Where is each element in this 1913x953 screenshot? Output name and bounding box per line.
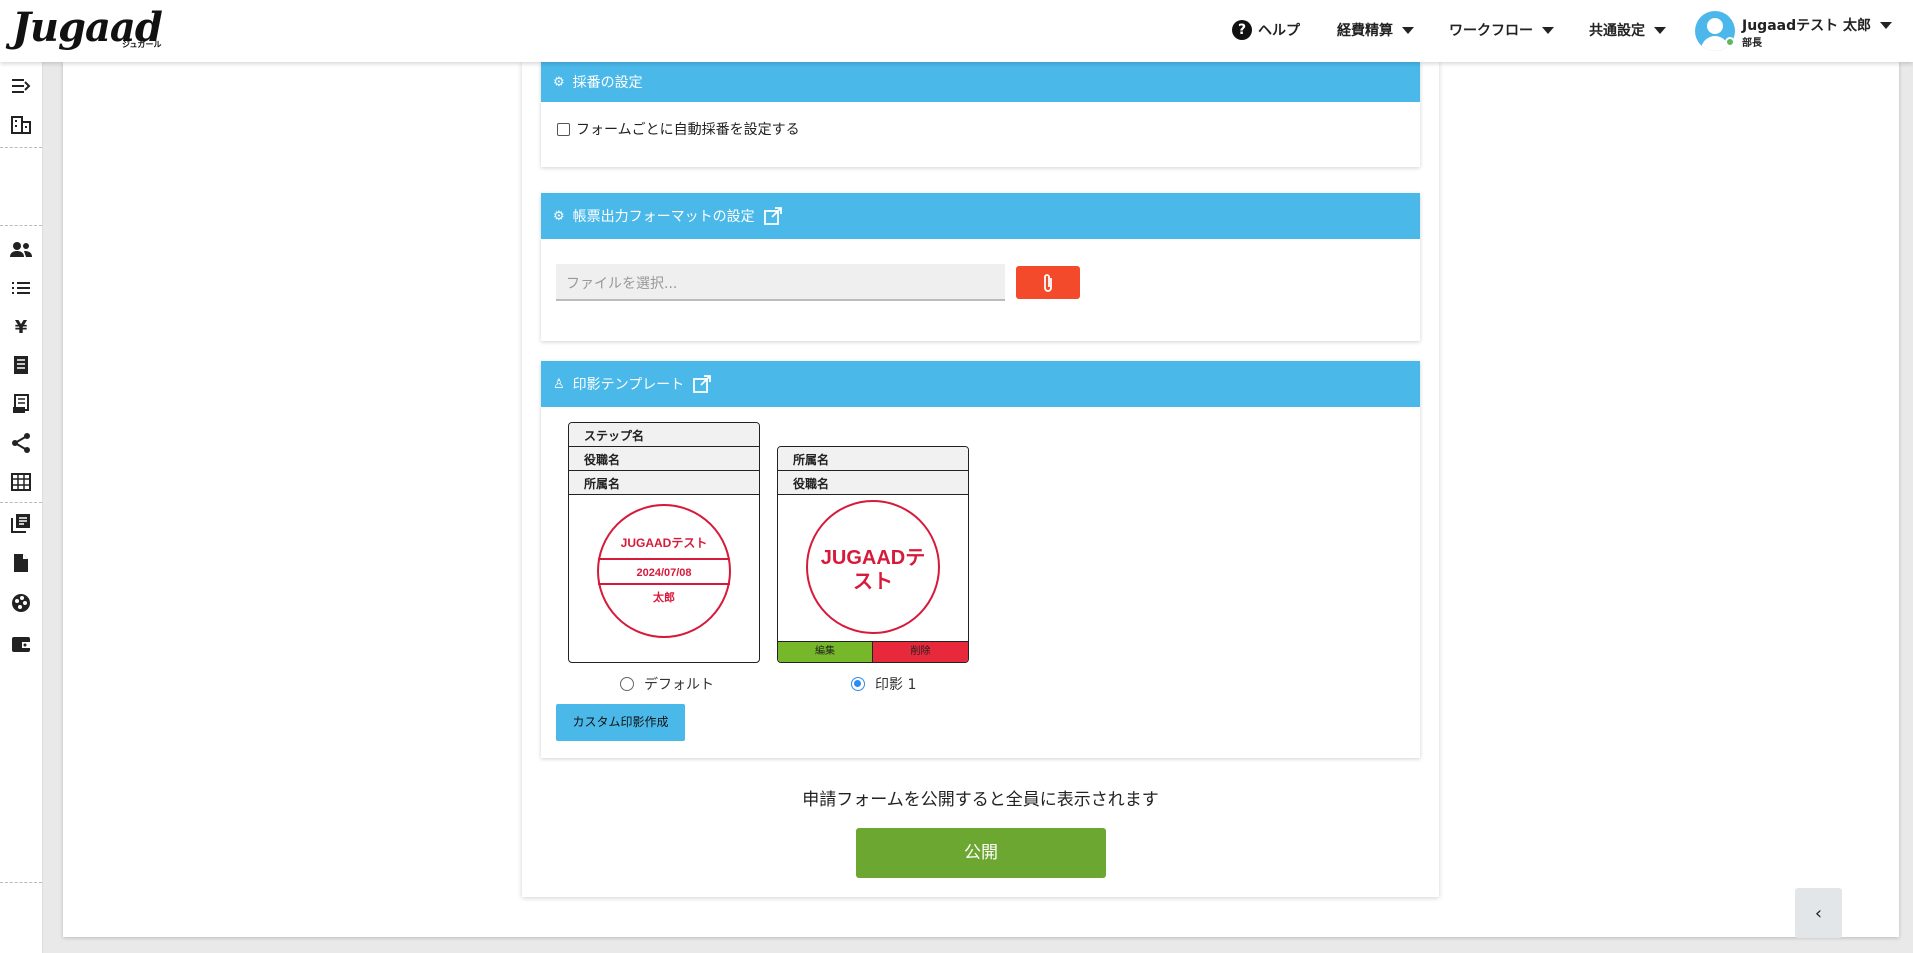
menu-expense[interactable]: 経費精算 — [1337, 0, 1414, 60]
stamp-row-step: ステップ名 — [569, 423, 759, 447]
menu-common-settings[interactable]: 共通設定 — [1589, 0, 1666, 60]
edit-stamp-button[interactable]: 編集 — [778, 642, 873, 662]
custom-stamp-actions: 編集 削除 — [778, 641, 968, 662]
custom-stamp-label: 印影 1 — [875, 677, 917, 693]
format-settings-card: ⚙ 帳票出力フォーマットの設定 ファイルを選択... — [541, 193, 1420, 341]
default-stamp-option[interactable]: デフォルト — [620, 674, 714, 694]
seal-text-line2: スト — [853, 571, 893, 593]
menu-collapse-icon[interactable] — [10, 75, 32, 97]
yen-icon[interactable]: ¥ — [10, 316, 32, 338]
auto-numbering-label: フォームごとに自動採番を設定する — [576, 122, 800, 138]
document-icon[interactable] — [10, 552, 32, 574]
sidebar: ¥ — [0, 62, 43, 953]
publish-note: 申請フォームを公開すると全員に表示されます — [802, 790, 1159, 810]
avatar-head — [1707, 18, 1723, 34]
external-link-icon[interactable] — [692, 374, 712, 394]
seal-company-text: JUGAADテスト — [621, 536, 708, 550]
seal-name-text: 太郎 — [652, 590, 675, 604]
caret-down-icon — [1654, 26, 1666, 34]
numbering-settings-title: 採番の設定 — [572, 75, 643, 91]
sidebar-divider — [0, 225, 42, 226]
stamp-row-position: 役職名 — [778, 471, 968, 495]
stamp-template-card: ♙ 印影テンプレート ステップ名 役職名 所属名 JUGAADテスト 2024/… — [541, 361, 1420, 758]
palette-icon[interactable] — [10, 592, 32, 614]
external-link-icon[interactable] — [763, 206, 783, 226]
sidebar-divider — [0, 147, 42, 148]
grid-icon[interactable] — [10, 471, 32, 493]
app-logo-subtitle: ジュガール — [122, 40, 162, 49]
wallet-icon[interactable] — [10, 633, 32, 655]
default-stamp-radio[interactable] — [620, 677, 634, 691]
stamp-row-position: 役職名 — [569, 447, 759, 471]
numbering-settings-header: ⚙ 採番の設定 — [541, 62, 1420, 102]
users-icon[interactable] — [10, 238, 32, 260]
gear-icon: ⚙ — [553, 208, 565, 224]
numbering-settings-card: ⚙ 採番の設定 フォームごとに自動採番を設定する — [541, 62, 1420, 167]
share-icon[interactable] — [10, 432, 32, 454]
stamp-template-header: ♙ 印影テンプレート — [541, 361, 1420, 407]
format-settings-title: 帳票出力フォーマットの設定 — [572, 209, 755, 225]
default-stamp-label: デフォルト — [644, 677, 714, 693]
menu-common-label: 共通設定 — [1589, 23, 1645, 39]
caret-down-icon — [1542, 26, 1554, 34]
building-icon[interactable] — [10, 114, 32, 136]
custom-seal: JUGAADテ スト — [806, 500, 940, 634]
publish-button[interactable]: 公開 — [856, 828, 1106, 878]
seal-text-line1: JUGAADテ — [821, 547, 925, 569]
default-stamp-preview[interactable]: ステップ名 役職名 所属名 JUGAADテスト 2024/07/08 太郎 — [568, 422, 760, 663]
user-role: 部長 — [1742, 38, 1762, 49]
custom-stamp-preview[interactable]: 所属名 役職名 JUGAADテ スト 編集 削除 — [777, 446, 969, 663]
menu-expense-label: 経費精算 — [1337, 23, 1393, 39]
auto-numbering-option[interactable]: フォームごとに自動採番を設定する — [557, 119, 800, 139]
attach-file-button[interactable] — [1016, 266, 1080, 299]
library-icon[interactable] — [10, 512, 32, 534]
stamp-icon: ♙ — [553, 376, 565, 392]
delete-stamp-button[interactable]: 削除 — [873, 642, 968, 662]
list-icon[interactable] — [10, 277, 32, 299]
format-settings-header: ⚙ 帳票出力フォーマットの設定 — [541, 193, 1420, 239]
create-custom-stamp-button[interactable]: カスタム印影作成 — [556, 704, 685, 741]
custom-stamp-radio[interactable] — [851, 677, 865, 691]
caret-down-icon — [1880, 21, 1892, 29]
help-menu[interactable]: ? ヘルプ — [1232, 0, 1300, 60]
stamp-row-department: 所属名 — [569, 471, 759, 495]
format-file-input[interactable]: ファイルを選択... — [556, 264, 1005, 301]
collapse-panel-button[interactable]: ‹ — [1795, 888, 1842, 938]
online-status-dot — [1725, 37, 1735, 47]
ledger-icon[interactable] — [10, 393, 32, 415]
help-icon: ? — [1232, 20, 1252, 40]
stamp-template-title: 印影テンプレート — [572, 377, 685, 393]
top-header: Jugaad ジュガール ? ヘルプ 経費精算 ワークフロー 共通設定 Juga… — [0, 0, 1913, 62]
sidebar-divider — [0, 882, 42, 883]
caret-down-icon — [1402, 26, 1414, 34]
help-label: ヘルプ — [1258, 23, 1300, 39]
gear-icon: ⚙ — [553, 74, 565, 90]
receipt-icon[interactable] — [10, 354, 32, 376]
menu-workflow[interactable]: ワークフロー — [1449, 0, 1554, 60]
sidebar-divider — [0, 502, 42, 503]
seal-date-text: 2024/07/08 — [636, 567, 691, 579]
auto-numbering-checkbox[interactable] — [557, 122, 570, 136]
default-seal: JUGAADテスト 2024/07/08 太郎 — [597, 504, 731, 638]
custom-stamp-option[interactable]: 印影 1 — [851, 674, 916, 694]
stamp-row-department: 所属名 — [778, 447, 968, 471]
menu-workflow-label: ワークフロー — [1449, 23, 1533, 39]
paperclip-icon — [1044, 273, 1052, 292]
user-name: Jugaadテスト 太郎 — [1742, 18, 1871, 34]
user-menu[interactable]: Jugaadテスト 太郎 — [1742, 15, 1892, 35]
